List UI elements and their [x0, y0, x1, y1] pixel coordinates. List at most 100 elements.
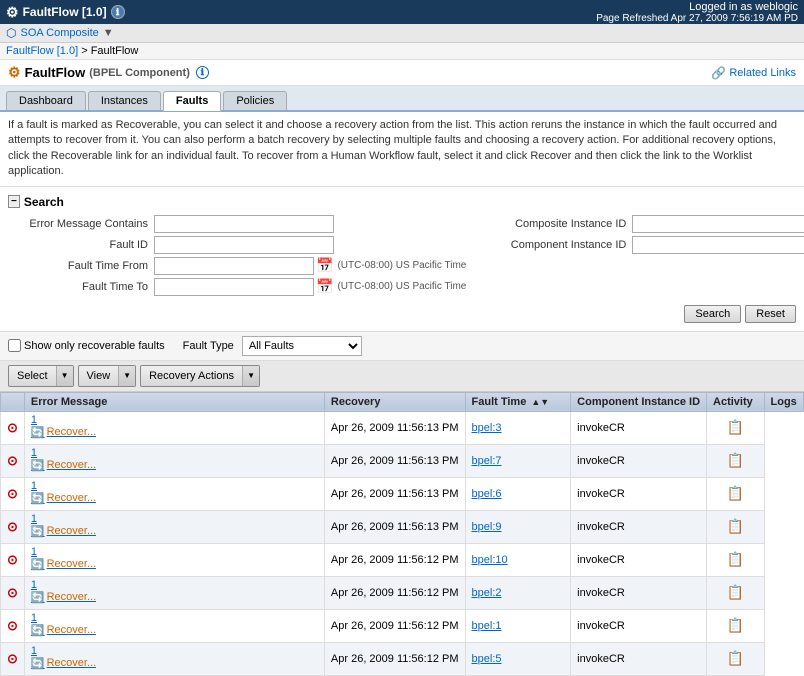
reset-button[interactable]: Reset — [745, 305, 796, 323]
fault-time-to-input[interactable] — [154, 278, 314, 296]
tab-faults[interactable]: Faults — [163, 91, 221, 111]
table-row: ⊙ 1 🔄 Recover... Apr 26, 2009 11:56:13 P… — [1, 444, 804, 477]
table-row: ⊙ 1 🔄 Recover... Apr 26, 2009 11:56:12 P… — [1, 642, 804, 675]
recovery-actions-button[interactable]: Recovery Actions ▼ — [140, 365, 260, 387]
filter-bar: Show only recoverable faults Fault Type … — [0, 332, 804, 361]
col-fault-time[interactable]: Fault Time ▲▼ — [465, 392, 571, 411]
fault-message-link[interactable]: 1 🔄 Recover... — [31, 546, 96, 571]
log-icon[interactable]: 📋 — [727, 551, 744, 567]
component-name: ⚙ FaultFlow (BPEL Component) ℹ — [8, 64, 209, 81]
recover-link[interactable]: 🔄 Recover... — [31, 492, 96, 505]
log-icon[interactable]: 📋 — [727, 617, 744, 633]
recover-text: Recover... — [47, 492, 97, 504]
recover-link[interactable]: 🔄 Recover... — [31, 558, 96, 571]
row-fault-time-cell: Apr 26, 2009 11:56:12 PM — [324, 609, 465, 642]
fault-type-select[interactable]: All Faults System Faults Business Faults… — [242, 336, 362, 356]
instance-id-link[interactable]: bpel:2 — [472, 587, 502, 599]
activity-value: invokeCR — [577, 455, 625, 467]
recover-link[interactable]: 🔄 Recover... — [31, 624, 96, 637]
search-button[interactable]: Search — [684, 305, 741, 323]
fault-message-link[interactable]: 1 🔄 Recover... — [31, 513, 96, 538]
col-logs-label: Logs — [771, 396, 797, 408]
recover-link[interactable]: 🔄 Recover... — [31, 591, 96, 604]
col-logs: Logs — [764, 392, 803, 411]
component-instance-id-row: Component Instance ID — [486, 236, 804, 254]
instance-id-link[interactable]: bpel:5 — [472, 653, 502, 665]
fault-message-link[interactable]: 1 🔄 Recover... — [31, 645, 96, 670]
table-row: ⊙ 1 🔄 Recover... Apr 26, 2009 11:56:12 P… — [1, 543, 804, 576]
fault-time-from-input[interactable] — [154, 257, 314, 275]
tab-dashboard[interactable]: Dashboard — [6, 91, 86, 110]
soa-dropdown-arrow[interactable]: ▼ — [103, 27, 114, 39]
row-icon-cell: ⊙ — [1, 576, 25, 609]
activity-value: invokeCR — [577, 521, 625, 533]
app-info-icon[interactable]: ℹ — [111, 5, 125, 19]
fault-time-value: Apr 26, 2009 11:56:13 PM — [331, 521, 459, 533]
row-component-instance-id-cell: bpel:2 — [465, 576, 571, 609]
log-icon[interactable]: 📋 — [727, 650, 744, 666]
row-component-instance-id-cell: bpel:6 — [465, 477, 571, 510]
row-icon-cell: ⊙ — [1, 477, 25, 510]
col-icon — [1, 392, 25, 411]
log-icon[interactable]: 📋 — [727, 518, 744, 534]
log-icon[interactable]: 📋 — [727, 485, 744, 501]
recover-link[interactable]: 🔄 Recover... — [31, 459, 96, 472]
table-row: ⊙ 1 🔄 Recover... Apr 26, 2009 11:56:13 P… — [1, 411, 804, 444]
recover-link[interactable]: 🔄 Recover... — [31, 426, 96, 439]
fault-time-to-cal-icon[interactable]: 📅 — [316, 278, 333, 295]
recover-text: Recover... — [47, 525, 97, 537]
row-component-instance-id-cell: bpel:9 — [465, 510, 571, 543]
recover-link[interactable]: 🔄 Recover... — [31, 657, 96, 670]
error-icon: ⊙ — [7, 519, 18, 534]
row-activity-cell: invokeCR — [571, 642, 707, 675]
row-error-message-cell: 1 🔄 Recover... — [24, 642, 324, 675]
instance-id-link[interactable]: bpel:6 — [472, 488, 502, 500]
log-icon[interactable]: 📋 — [727, 452, 744, 468]
fault-time-value: Apr 26, 2009 11:56:13 PM — [331, 488, 459, 500]
fault-time-from-cal-icon[interactable]: 📅 — [316, 257, 333, 274]
fault-id-input[interactable] — [154, 236, 334, 254]
instance-id-link[interactable]: bpel:3 — [472, 422, 502, 434]
component-info-icon[interactable]: ℹ — [196, 66, 209, 79]
soa-composite-link[interactable]: SOA Composite — [20, 27, 98, 39]
component-instance-id-input[interactable] — [632, 236, 804, 254]
soa-icon: ⬡ — [6, 26, 16, 40]
instance-id-link[interactable]: bpel:10 — [472, 554, 508, 566]
log-icon[interactable]: 📋 — [727, 584, 744, 600]
composite-instance-id-input[interactable] — [632, 215, 804, 233]
instance-id-link[interactable]: bpel:1 — [472, 620, 502, 632]
error-msg-input[interactable] — [154, 215, 334, 233]
show-recoverable-checkbox[interactable] — [8, 339, 21, 352]
tab-policies[interactable]: Policies — [223, 91, 287, 110]
component-type: (BPEL Component) — [89, 67, 190, 79]
instance-id-link[interactable]: bpel:7 — [472, 455, 502, 467]
breadcrumb-app-link[interactable]: FaultFlow [1.0] — [6, 45, 78, 57]
recover-icon: 🔄 — [31, 591, 45, 604]
row-logs-cell: 📋 — [707, 477, 765, 510]
recover-link[interactable]: 🔄 Recover... — [31, 525, 96, 538]
related-links-area[interactable]: 🔗 Related Links — [711, 66, 796, 80]
view-dropdown-arrow[interactable]: ▼ — [118, 366, 135, 386]
select-button[interactable]: Select ▼ — [8, 365, 74, 387]
instance-id-link[interactable]: bpel:9 — [472, 521, 502, 533]
fault-message-link[interactable]: 1 🔄 Recover... — [31, 612, 96, 637]
fault-id-label: Fault ID — [8, 239, 148, 251]
fault-message-link[interactable]: 1 🔄 Recover... — [31, 579, 96, 604]
fault-message-link[interactable]: 1 🔄 Recover... — [31, 480, 96, 505]
view-button[interactable]: View ▼ — [78, 365, 137, 387]
recovery-actions-dropdown-arrow[interactable]: ▼ — [242, 366, 259, 386]
fault-message-link[interactable]: 1 🔄 Recover... — [31, 414, 96, 439]
fault-time-value: Apr 26, 2009 11:56:12 PM — [331, 620, 459, 632]
show-recoverable-label[interactable]: Show only recoverable faults — [8, 339, 165, 352]
row-fault-time-cell: Apr 26, 2009 11:56:13 PM — [324, 444, 465, 477]
fault-time-from-row: Fault Time From 📅 (UTC-08:00) US Pacific… — [8, 257, 466, 275]
search-title[interactable]: − Search — [8, 195, 796, 209]
fault-message-link[interactable]: 1 🔄 Recover... — [31, 447, 96, 472]
tab-instances[interactable]: Instances — [88, 91, 161, 110]
log-icon[interactable]: 📋 — [727, 419, 744, 435]
select-dropdown-arrow[interactable]: ▼ — [56, 366, 73, 386]
fault-time-from-label: Fault Time From — [8, 260, 148, 272]
description-text: If a fault is marked as Recoverable, you… — [8, 119, 777, 177]
row-icon-cell: ⊙ — [1, 510, 25, 543]
collapse-button[interactable]: − — [8, 195, 20, 208]
